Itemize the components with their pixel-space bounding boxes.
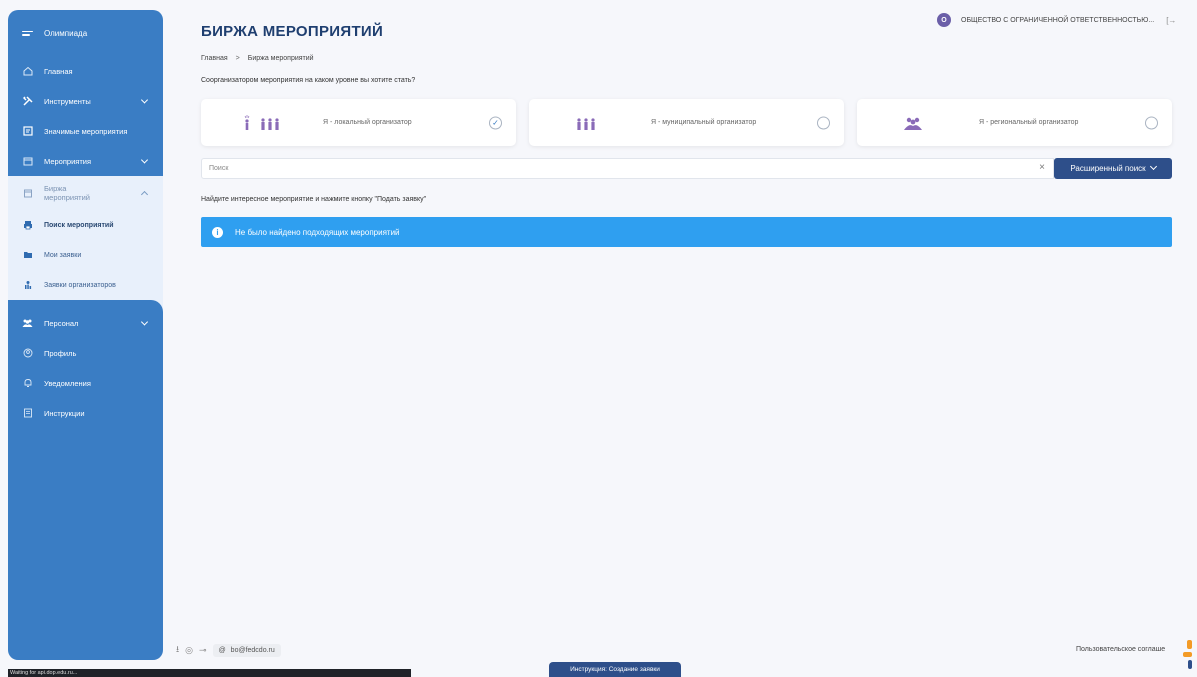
folder-icon [22,250,33,261]
sidebar-item-profile[interactable]: Профиль [8,338,163,368]
calendar-icon [22,188,33,199]
sidebar-item-label: Главная [44,66,73,76]
decorative-logo-icon [1183,640,1193,670]
chevron-right-icon: > [235,55,240,62]
person-chart-icon [22,280,33,291]
tools-icon [22,96,33,107]
level-label: Я - локальный организатор [323,119,412,126]
user-agreement-link[interactable]: Пользовательское соглаше [1076,646,1165,653]
sidebar-item-label: Инструкции [44,408,85,418]
close-icon[interactable]: × [1039,162,1045,173]
sidebar-header[interactable]: Олимпиада [8,10,163,56]
user-circle-icon [22,348,33,359]
download-icon[interactable]: ⭳ [176,642,179,658]
chevron-down-icon [140,318,149,326]
home-icon [22,66,33,77]
chevron-up-icon [140,190,149,199]
search-hint: Найдите интересное мероприятие и нажмите… [201,196,427,203]
radio-selected-check-icon[interactable]: ✓ [489,116,502,129]
level-card-municipal[interactable]: Я - муниципальный организатор [529,99,844,146]
local-organizer-icon [243,114,303,131]
alert-text: Не было найдено подходящих мероприятий [235,227,400,237]
compass-icon[interactable]: ◎ [185,645,193,656]
radio-button[interactable] [817,116,830,129]
calendar-icon [22,156,33,167]
sidebar-item-home[interactable]: Главная [8,56,163,86]
sidebar-item-events[interactable]: Мероприятия [8,146,163,176]
logout-icon[interactable]: [→ [1166,16,1176,25]
menu-icon[interactable] [22,29,33,38]
sidebar-item-label: Биржа мероприятий [44,184,90,202]
level-card-regional[interactable]: Я - региональный организатор [857,99,1172,146]
instruction-tab[interactable]: Инструкция: Создание заявки [549,662,681,677]
sidebar-title: Олимпиада [44,28,88,38]
search-bar: × Расширенный поиск [201,158,1172,179]
sidebar-item-label: Мои заявки [44,251,82,259]
chevron-down-icon [1149,162,1157,171]
sidebar-item-search-events[interactable]: Поиск мероприятий [8,210,163,240]
level-card-local[interactable]: Я - локальный организатор ✓ [201,99,516,146]
people-icon [22,318,33,329]
footer-contacts: ⭳ ◎ ⊸ @ bo@fedcdo.ru [176,642,281,658]
sidebar-item-label: Уведомления [44,378,91,388]
sidebar-item-label: Поиск мероприятий [44,221,114,229]
key-icon[interactable]: ⊸ [199,645,207,656]
sidebar-item-label: Заявки организаторов [44,281,116,289]
sidebar-item-tools[interactable]: Инструменты [8,86,163,116]
email-text: bo@fedcdo.ru [230,646,275,654]
no-results-alert: i Не было найдено подходящих мероприятий [201,217,1172,247]
organization-menu[interactable]: О ОБЩЕСТВО С ОГРАНИЧЕННОЙ ОТВЕТСТВЕННОСТ… [937,13,1176,27]
sidebar-item-label: Мероприятия [44,156,92,166]
advanced-search-button[interactable]: Расширенный поиск [1054,158,1172,179]
sidebar-item-my-applications[interactable]: Мои заявки [8,240,163,270]
bell-icon [22,378,33,389]
sidebar-item-instructions[interactable]: Инструкции [8,398,163,428]
advanced-search-label: Расширенный поиск [1070,164,1146,173]
browser-status-bar: Waiting for api.dop.edu.ru... [8,669,411,677]
printer-icon [22,220,33,231]
level-label: Я - муниципальный организатор [651,119,757,126]
sidebar-item-label: Значимые мероприятия [44,126,128,136]
sidebar: Олимпиада Главная Инструменты Значимые м… [8,10,163,660]
chevron-down-icon [140,156,149,164]
breadcrumb: Главная > Биржа мероприятий [201,55,314,62]
breadcrumb-current: Биржа мероприятий [247,55,314,62]
chevron-down-icon [140,96,149,104]
sidebar-item-personnel[interactable]: Персонал [8,308,163,338]
sidebar-item-label: Персонал [44,318,79,328]
regional-organizer-icon [899,115,959,131]
sidebar-submenu: Биржа мероприятий Поиск мероприятий Мои … [8,176,163,314]
level-label: Я - региональный организатор [979,119,1079,126]
radio-button[interactable] [1145,116,1158,129]
municipal-organizer-icon [571,115,631,131]
page-title: БИРЖА МЕРОПРИЯТИЙ [201,23,384,40]
level-cards: Я - локальный организатор ✓ Я - муниципа… [201,99,1172,146]
organization-name[interactable]: ОБЩЕСТВО С ОГРАНИЧЕННОЙ ОТВЕТСТВЕННОСТЬЮ… [961,17,1154,24]
email-link[interactable]: @ bo@fedcdo.ru [212,643,281,657]
search-input[interactable] [201,158,1054,179]
at-icon: @ [218,646,226,654]
sidebar-item-notifications[interactable]: Уведомления [8,368,163,398]
info-icon: i [212,226,223,238]
breadcrumb-home[interactable]: Главная [201,55,228,62]
sidebar-item-label: Профиль [44,348,77,358]
sidebar-item-significant-events[interactable]: Значимые мероприятия [8,116,163,146]
sidebar-item-exchange[interactable]: Биржа мероприятий [8,176,163,210]
star-list-icon [22,126,33,137]
level-question: Соорганизатором мероприятия на каком уро… [201,77,416,84]
avatar[interactable]: О [937,13,951,27]
sidebar-item-organizer-applications[interactable]: Заявки организаторов [8,270,163,300]
sidebar-item-label: Инструменты [44,96,91,106]
document-icon [22,408,33,419]
